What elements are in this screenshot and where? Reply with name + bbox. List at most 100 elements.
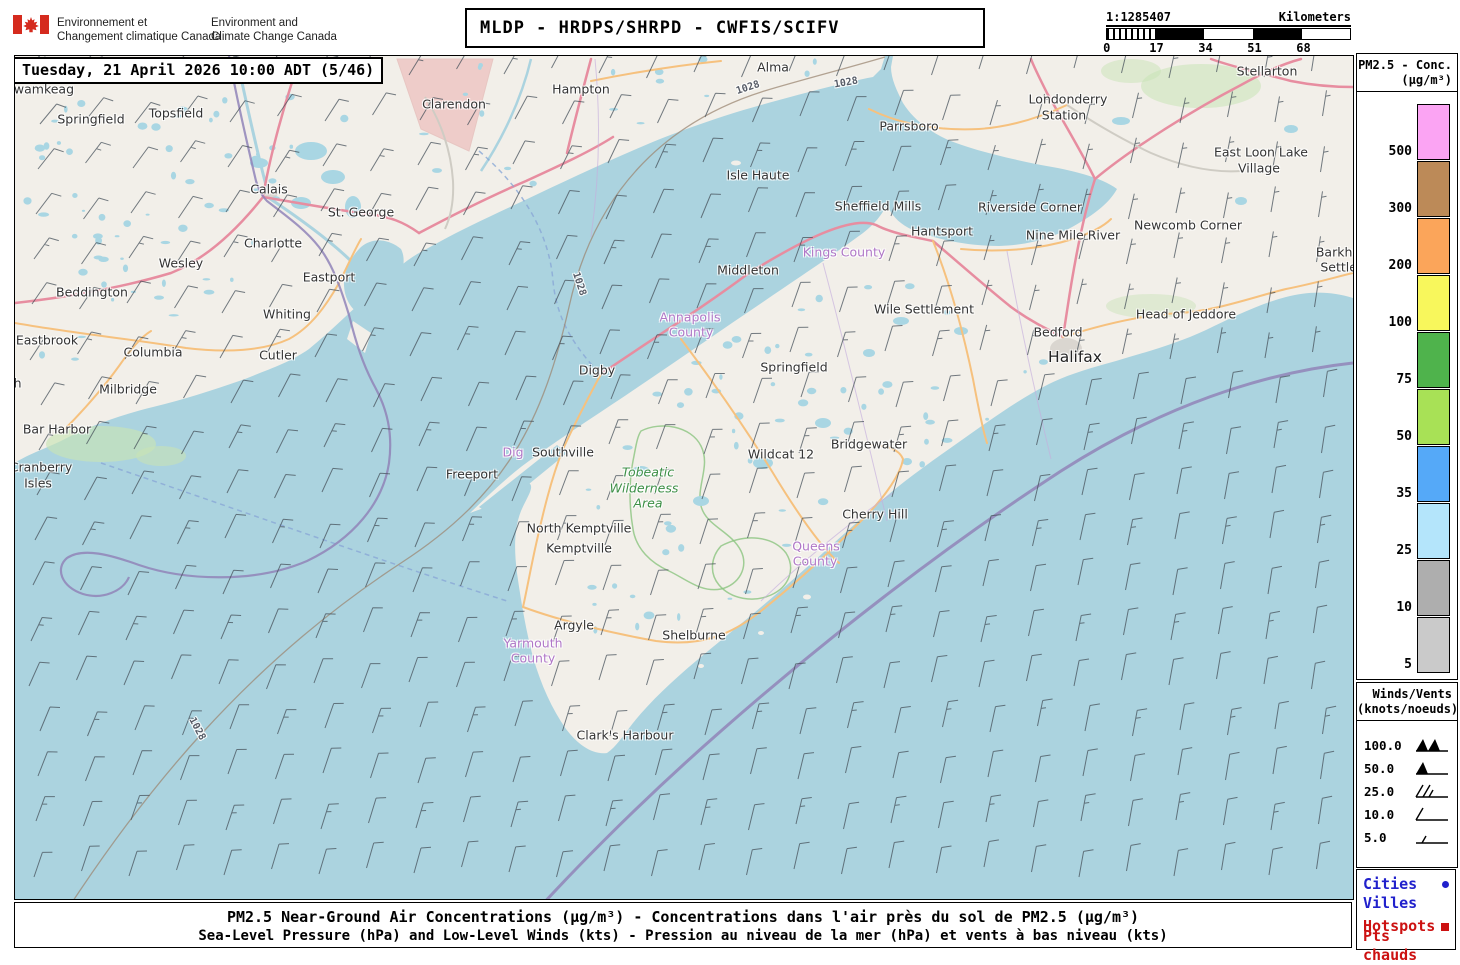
pm25-threshold: 35: [1396, 486, 1412, 501]
map-place-label: Springfield: [760, 359, 828, 375]
scalebar-tick: 0: [1103, 41, 1111, 55]
scalebar-bar: [1106, 28, 1351, 40]
map-place-label: Parrsboro: [879, 118, 939, 134]
map-place-label: Beddington: [56, 284, 128, 300]
pm25-threshold: 25: [1396, 543, 1412, 558]
pm25-threshold: 10: [1396, 600, 1412, 615]
map-place-label: Clark's Harbour: [576, 727, 674, 743]
map-place-label: Calais: [250, 181, 288, 197]
pm25-swatch: [1417, 617, 1450, 673]
map-place-label: County: [668, 324, 714, 340]
map-place-label: Isle Haute: [726, 167, 790, 183]
map-place-label: Southville: [532, 444, 594, 460]
wind-legend-row: 50.0: [1357, 757, 1457, 780]
pm25-threshold: 200: [1388, 258, 1412, 273]
page-title: MLDP - HRDPS/SHRPD - CWFIS/SCIFV: [465, 8, 985, 48]
map-place-label: Queens: [792, 538, 840, 554]
map-place-label: Annapolis: [659, 309, 721, 325]
scalebar-tick: 17: [1149, 41, 1164, 55]
map-place-label: Londonderry: [1028, 91, 1108, 107]
canada-flag-icon: [13, 15, 49, 34]
map-place-label: Columbia: [123, 344, 183, 360]
scalebar-ratio: 1:1285407: [1106, 10, 1172, 24]
map-caption: PM2.5 Near-Ground Air Concentrations (µg…: [14, 902, 1352, 948]
map-place-label: North Kemptville: [526, 520, 632, 536]
map-place-label: Area: [633, 495, 663, 511]
map-place-label: Wile Settlement: [874, 301, 974, 317]
map-place-label: Stellarton: [1236, 63, 1298, 79]
map-place-label: Kemptville: [546, 540, 612, 556]
pm25-swatch: [1417, 161, 1450, 217]
map-place-label: Dig: [502, 444, 524, 460]
pm25-legend-scale: 500 300 200 100 75 50 35 25 10 5: [1357, 92, 1457, 673]
map-place-label: County: [792, 553, 838, 569]
map-place-label: Hampton: [552, 81, 610, 97]
pm25-threshold: 50: [1396, 429, 1412, 444]
wind-barb-icon: [1415, 784, 1448, 798]
map-place-label: Sheffield Mills: [834, 198, 922, 214]
map-place-label: Bridgewater: [830, 436, 908, 452]
scalebar-tick: 34: [1198, 41, 1213, 55]
pm25-threshold: 5: [1404, 657, 1412, 672]
map-place-label: Milbridge: [99, 381, 157, 397]
wind-barb-icon: [1416, 835, 1448, 844]
map-place-label: County: [510, 650, 556, 666]
cities-label-en: Cities: [1363, 875, 1418, 893]
map-place-label: Springfield: [57, 111, 125, 127]
map-place-label: Cherry Hill: [842, 506, 908, 522]
map-place-label: Bedford: [1033, 324, 1083, 340]
map-place-label: East Loon Lake: [1214, 144, 1308, 160]
cities-label-fr: Villes: [1363, 894, 1418, 912]
pm25-swatch: [1417, 503, 1450, 559]
pm25-legend-title: PM2.5 - Conc.: [1358, 58, 1452, 72]
wind-legend-row: 25.0: [1357, 780, 1457, 803]
map-place-label: Riverside Corner: [977, 199, 1083, 215]
map-place-label: Eastbrook: [15, 332, 79, 348]
map-place-label: Ellsworth: [14, 375, 22, 391]
map-place-label: Kings County: [802, 244, 886, 260]
eccc-logo: Environnement et Changement climatique C…: [13, 13, 433, 47]
map-place-label: Clarendon: [422, 96, 486, 112]
map-place-label: Halifax: [1048, 348, 1102, 366]
map-place-label: Isles: [24, 475, 52, 491]
map-place-label: Freeport: [445, 466, 499, 482]
winds-legend: Winds/Vents (knots/noeuds) 100.0 50.0 25.0…: [1356, 682, 1458, 868]
markers-legend: Cities Villes Hotspots Pts chauds: [1356, 869, 1456, 964]
map-place-label: Topsfield: [148, 105, 204, 121]
timestamp-box: Tuesday, 21 April 2026 10:00 ADT (5/46): [15, 57, 384, 84]
wind-speed-label: 25.0: [1364, 784, 1395, 799]
wind-legend-row: 5.0: [1357, 826, 1457, 849]
map-place-label: Yarmouth: [503, 635, 563, 651]
wind-speed-label: 50.0: [1364, 761, 1395, 776]
pm25-swatch: [1417, 389, 1450, 445]
pm25-swatch: [1417, 104, 1450, 160]
city-marker-icon: [1442, 881, 1449, 888]
map-place-label: Shelburne: [662, 627, 726, 643]
pm25-threshold: 300: [1388, 201, 1412, 216]
winds-legend-title: Winds/Vents: [1372, 687, 1452, 701]
pm25-legend-units: (µg/m³): [1401, 73, 1452, 87]
pm25-swatch: [1417, 332, 1450, 388]
map-scalebar: 1:1285407 Kilometers 0 17 34 51 68: [1103, 10, 1351, 55]
map-place-label: Barkhouse: [1315, 244, 1353, 260]
map-viewport[interactable]: MattawamkeagSpringfieldTopsfieldLincolnC…: [14, 55, 1354, 900]
map-place-label: Hantsport: [910, 223, 974, 239]
caption-line1: PM2.5 Near-Ground Air Concentrations (µg…: [226, 908, 1140, 926]
scalebar-unit: Kilometers: [1278, 10, 1351, 24]
map-place-label: Cranberry: [14, 459, 73, 475]
map-place-label: Wildcat 12: [747, 446, 815, 462]
map-place-label: St. George: [327, 204, 395, 220]
pm25-swatch: [1417, 275, 1450, 331]
map-place-label: Station: [1041, 107, 1087, 123]
map-place-label: Wilderness: [609, 480, 679, 496]
wind-barb-icon: [1416, 761, 1448, 775]
wind-speed-label: 10.0: [1364, 807, 1395, 822]
map-place-label: Wesley: [158, 255, 204, 271]
agency-name-en: Environment and Climate Change Canada: [211, 17, 337, 43]
map-place-label: Whiting: [263, 306, 311, 322]
scalebar-ticks: 0 17 34 51 68: [1103, 41, 1351, 55]
agency-name-fr: Environnement et Changement climatique C…: [57, 17, 222, 43]
pm25-swatch: [1417, 446, 1450, 502]
pm25-legend: PM2.5 - Conc. (µg/m³) 500 300 200 100 75 50 35…: [1356, 53, 1458, 680]
map-place-label: Newcomb Corner: [1134, 217, 1242, 233]
